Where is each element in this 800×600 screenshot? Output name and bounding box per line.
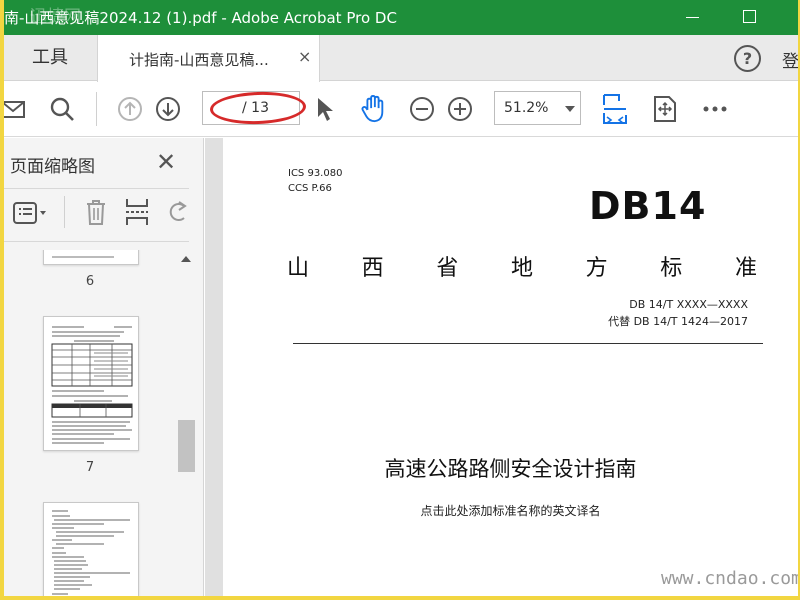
thumbnail-page-7[interactable]: [43, 316, 139, 451]
scrollbar-thumb[interactable]: [178, 420, 195, 472]
more-options-icon[interactable]: [702, 95, 728, 123]
thumbnail-options-icon[interactable]: [12, 200, 52, 226]
ics-code: ICS 93.080: [288, 168, 343, 179]
thumbnail-list: 6 7: [4, 250, 176, 596]
heading-char: 地: [510, 256, 533, 281]
zoom-value: 51.2%: [504, 100, 549, 116]
panel-divider: [4, 188, 189, 189]
fit-page-icon[interactable]: [602, 93, 628, 125]
replaces-standard: 代替 DB 14/T 1424—2017: [608, 315, 748, 328]
acrobat-window: 南-山西意见稿2024.12 (1).pdf - Adobe Acrobat P…: [4, 0, 798, 596]
full-screen-icon[interactable]: [652, 95, 678, 123]
standard-logo: DB14: [589, 184, 707, 228]
scroll-up-icon[interactable]: [181, 256, 191, 262]
thumbnail-number: 6: [85, 274, 95, 289]
toolbar-divider: [96, 92, 97, 126]
next-page-icon[interactable]: [154, 95, 182, 123]
watermark-text: 迅捷网: [30, 7, 81, 27]
login-button[interactable]: 登: [782, 47, 798, 72]
site-watermark: www.cndao.com: [661, 568, 798, 589]
ccs-code: CCS P.66: [288, 183, 332, 194]
insert-page-icon[interactable]: [124, 197, 150, 227]
maximize-button[interactable]: [737, 4, 763, 28]
rotate-page-icon[interactable]: [166, 198, 190, 226]
heading-char: 山: [287, 256, 310, 281]
tab-document[interactable]: 计指南-山西意见稿... ×: [97, 35, 320, 82]
close-panel-icon[interactable]: ✕: [156, 148, 176, 176]
thumbnail-page-8[interactable]: [43, 502, 139, 596]
standard-number-block: DB 14/T XXXX—XXXX 代替 DB 14/T 1424—2017: [608, 296, 748, 330]
search-icon[interactable]: [48, 95, 76, 123]
heading-char: 标: [660, 256, 683, 281]
thumbnail-scrollbar[interactable]: [176, 250, 196, 596]
thumbnail-page-6[interactable]: [43, 250, 139, 265]
previous-page-icon[interactable]: [116, 95, 144, 123]
tab-document-label: 计指南-山西意见稿...: [129, 51, 269, 69]
page-thumbnail-image: [52, 256, 114, 258]
minimize-button[interactable]: [680, 4, 706, 28]
panel-divider: [4, 241, 189, 242]
standard-number: DB 14/T XXXX—XXXX: [629, 298, 748, 311]
help-icon[interactable]: ?: [734, 45, 761, 72]
heading-char: 省: [436, 256, 459, 281]
document-view[interactable]: ICS 93.080 CCS P.66 DB14 山 西 省 地 方 标 准 D…: [205, 138, 798, 596]
trash-icon[interactable]: [84, 198, 108, 226]
thumbnail-number: 7: [85, 460, 95, 475]
header-rule: [293, 343, 763, 344]
document-page: ICS 93.080 CCS P.66 DB14 山 西 省 地 方 标 准 D…: [223, 138, 798, 596]
zoom-select[interactable]: 51.2%: [494, 91, 581, 125]
close-tab-icon[interactable]: ×: [298, 47, 311, 66]
heading-char: 方: [585, 256, 608, 281]
thumbnails-panel: 页面缩略图 ✕ 6 7: [4, 138, 204, 596]
zoom-out-icon[interactable]: [408, 95, 436, 123]
heading-char: 准: [734, 256, 757, 281]
title-bar: 南-山西意见稿2024.12 (1).pdf - Adobe Acrobat P…: [4, 0, 798, 35]
select-cursor-icon[interactable]: [313, 95, 337, 123]
heading-char: 西: [361, 256, 384, 281]
chevron-down-icon: [565, 106, 575, 112]
page-thumbnail-image: [52, 510, 130, 595]
panel-title: 页面缩略图: [10, 157, 95, 177]
tab-bar: 工具 计指南-山西意见稿... × ? 登: [4, 35, 798, 82]
panel-tool-divider: [64, 196, 65, 228]
standard-type-heading: 山 西 省 地 方 标 准: [287, 250, 757, 282]
toolbar: / 13 51.2%: [4, 82, 798, 137]
tab-tools[interactable]: 工具: [4, 35, 96, 81]
email-icon[interactable]: [4, 95, 28, 123]
page-thumbnail-image: [51, 326, 133, 444]
document-title: 高速公路路侧安全设计指南: [384, 457, 637, 481]
zoom-in-icon[interactable]: [446, 95, 474, 123]
hand-tool-icon[interactable]: [358, 95, 388, 123]
document-subtitle[interactable]: 点击此处添加标准名称的英文译名: [223, 502, 798, 519]
classification-codes: ICS 93.080 CCS P.66: [288, 166, 342, 196]
